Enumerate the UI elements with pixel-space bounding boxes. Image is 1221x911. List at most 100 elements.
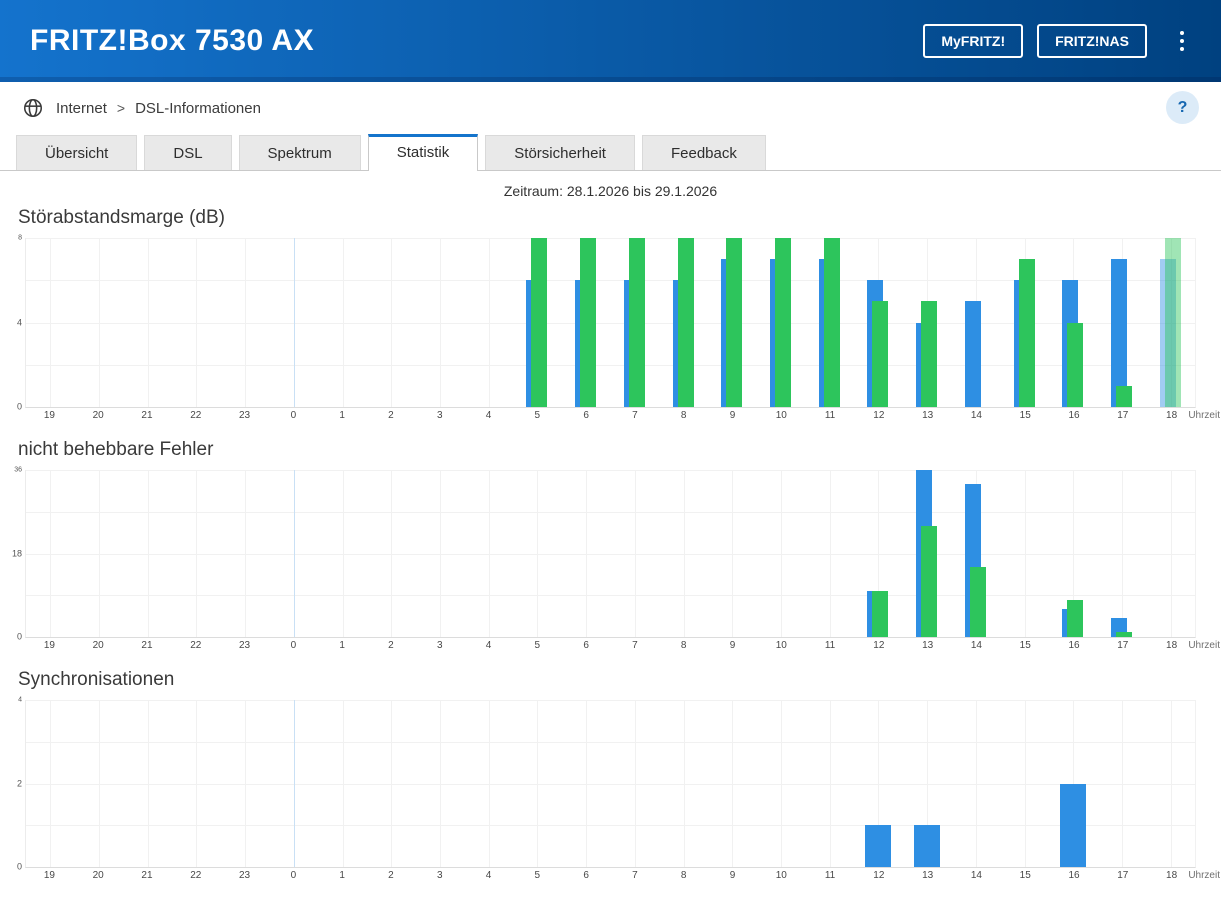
v-gridline <box>489 238 490 407</box>
x-tick-label: 12 <box>873 870 884 881</box>
v-gridline <box>440 238 441 407</box>
x-axis: 19202122230123456789101112131415161718Uh… <box>25 868 1196 883</box>
bar-blue-hour-12 <box>865 825 891 867</box>
v-gridline <box>489 470 490 637</box>
x-tick-label: 5 <box>535 640 541 651</box>
breadcrumb: Internet > DSL-Informationen ? <box>0 82 1221 134</box>
x-tick-label: 15 <box>1020 640 1031 651</box>
myfritz-button[interactable]: MyFRITZ! <box>923 24 1023 58</box>
x-tick-label: 2 <box>388 410 394 421</box>
y-tick-label: 0 <box>17 863 22 872</box>
x-tick-label: 0 <box>291 410 297 421</box>
x-axis: 19202122230123456789101112131415161718Uh… <box>25 638 1196 653</box>
y-tick-label: 8 <box>18 235 22 242</box>
v-gridline <box>99 238 100 407</box>
v-gridline <box>684 700 685 867</box>
v-gridline <box>586 470 587 637</box>
tab-dsl[interactable]: DSL <box>144 135 231 170</box>
tab-übersicht[interactable]: Übersicht <box>16 135 137 170</box>
bar-green-hour-14 <box>970 567 986 637</box>
v-gridline <box>196 238 197 407</box>
bar-green-hour-8 <box>678 238 694 407</box>
bar-green-hour-6 <box>580 238 596 407</box>
h-gridline <box>26 595 1195 596</box>
v-gridline <box>976 700 977 867</box>
globe-icon <box>22 97 44 119</box>
x-tick-label: 14 <box>971 410 982 421</box>
v-gridline <box>343 700 344 867</box>
h-gridline <box>26 470 1195 471</box>
x-axis-caption: Uhrzeit <box>1188 640 1220 651</box>
bar-green-hour-18 <box>1165 238 1181 407</box>
bar-green-hour-11 <box>824 238 840 407</box>
x-tick-label: 10 <box>776 640 787 651</box>
x-tick-label: 21 <box>141 410 152 421</box>
tab-spektrum[interactable]: Spektrum <box>239 135 361 170</box>
chart-title: Synchronisationen <box>18 669 1196 691</box>
v-gridline <box>196 700 197 867</box>
bar-blue-hour-16 <box>1060 784 1086 868</box>
x-tick-label: 9 <box>730 640 736 651</box>
v-gridline <box>99 700 100 867</box>
v-gridline <box>196 470 197 637</box>
x-tick-label: 6 <box>583 870 589 881</box>
x-tick-label: 19 <box>44 410 55 421</box>
kebab-menu-icon[interactable] <box>1169 26 1195 56</box>
x-tick-label: 23 <box>239 640 250 651</box>
x-tick-label: 14 <box>971 640 982 651</box>
x-tick-label: 18 <box>1166 640 1177 651</box>
x-tick-label: 5 <box>535 870 541 881</box>
x-tick-label: 0 <box>291 870 297 881</box>
y-tick-label: 0 <box>17 403 22 412</box>
x-tick-label: 22 <box>190 640 201 651</box>
tab-störsicherheit[interactable]: Störsicherheit <box>485 135 635 170</box>
charts-area: Störabstandsmarge (dB)048192021222301234… <box>0 207 1221 883</box>
x-tick-label: 17 <box>1117 410 1128 421</box>
midnight-gridline <box>294 700 295 867</box>
v-gridline <box>440 470 441 637</box>
tab-statistik[interactable]: Statistik <box>368 134 479 171</box>
v-gridline <box>343 238 344 407</box>
chart-synchronisationen: Synchronisationen02419202122230123456789… <box>0 669 1221 883</box>
x-tick-label: 0 <box>291 640 297 651</box>
x-tick-label: 16 <box>1068 870 1079 881</box>
breadcrumb-item-internet[interactable]: Internet <box>56 100 107 117</box>
x-tick-label: 11 <box>825 870 835 881</box>
v-gridline <box>245 238 246 407</box>
v-gridline <box>99 470 100 637</box>
x-tick-label: 6 <box>583 640 589 651</box>
x-tick-label: 20 <box>93 410 104 421</box>
x-tick-label: 21 <box>141 870 152 881</box>
v-gridline <box>391 700 392 867</box>
v-gridline <box>148 238 149 407</box>
bar-green-hour-5 <box>531 238 547 407</box>
v-gridline <box>537 470 538 637</box>
bar-green-hour-16 <box>1067 600 1083 637</box>
bar-green-hour-17 <box>1116 386 1132 407</box>
x-tick-label: 7 <box>632 410 638 421</box>
bar-green-hour-7 <box>629 238 645 407</box>
x-tick-label: 5 <box>535 410 541 421</box>
chart-störabstandsmarge-db: Störabstandsmarge (dB)048192021222301234… <box>0 207 1221 423</box>
v-gridline <box>391 470 392 637</box>
y-tick-label: 4 <box>18 697 22 704</box>
v-gridline <box>1025 470 1026 637</box>
app-header: FRITZ!Box 7530 AX MyFRITZ! FRITZ!NAS <box>0 0 1221 82</box>
help-button[interactable]: ? <box>1166 91 1199 124</box>
x-tick-label: 22 <box>190 410 201 421</box>
chart-plot: 01836 <box>25 470 1196 638</box>
x-tick-label: 7 <box>632 870 638 881</box>
y-tick-label: 4 <box>17 318 22 327</box>
x-tick-label: 22 <box>190 870 201 881</box>
bar-blue-hour-13 <box>914 825 940 867</box>
x-tick-label: 9 <box>730 870 736 881</box>
bar-green-hour-15 <box>1019 259 1035 407</box>
x-tick-label: 3 <box>437 410 443 421</box>
bar-green-hour-12 <box>872 301 888 407</box>
v-gridline <box>586 700 587 867</box>
tab-feedback[interactable]: Feedback <box>642 135 766 170</box>
fritznas-button[interactable]: FRITZ!NAS <box>1037 24 1147 58</box>
v-gridline <box>343 470 344 637</box>
x-tick-label: 19 <box>44 870 55 881</box>
h-gridline <box>26 825 1195 826</box>
